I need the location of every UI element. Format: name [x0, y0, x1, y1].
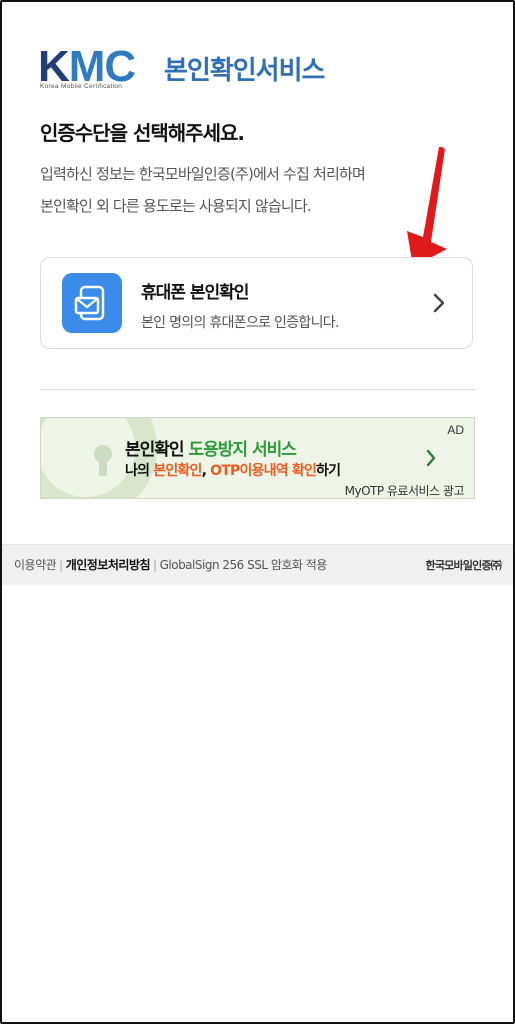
separator: |	[59, 558, 63, 572]
phone-mail-icon	[62, 273, 122, 333]
terms-link[interactable]: 이용약관	[14, 558, 57, 572]
divider	[40, 389, 475, 390]
ad-note: MyOTP 유료서비스 광고	[344, 484, 465, 498]
ad-headline-part2: 도용방지 서비스	[188, 440, 296, 460]
ad-banner[interactable]: AD 본인확인 도용방지 서비스 나의 본인확인, OTP이용내역 확인하기 M…	[40, 417, 475, 499]
ad-headline: 본인확인 도용방지 서비스	[125, 435, 297, 460]
ad-subline-part1: 나의	[125, 463, 154, 479]
separator: |	[153, 558, 157, 572]
ad-subline-part3: ,	[201, 463, 211, 479]
footer-brand: 한국모바일인증㈜	[425, 559, 502, 572]
ad-subline-part4: OTP이용내역	[210, 463, 288, 479]
ad-subline-part2: 본인확인	[153, 463, 202, 479]
ad-label: AD	[447, 423, 464, 437]
privacy-link[interactable]: 개인정보처리방침	[66, 558, 151, 572]
ad-headline-part1: 본인확인	[125, 440, 189, 460]
footer-links: 이용약관 | 개인정보처리방침 | GlobalSign 256 SSL 암호화 적용	[14, 556, 327, 573]
red-arrow-icon	[407, 147, 447, 267]
ad-subline-part6: 확인	[291, 463, 317, 479]
logo-subtitle: Korea Mobile Certification	[40, 83, 123, 90]
phone-verification-option[interactable]: 휴대폰 본인확인 본인 명의의 휴대폰으로 인증합니다.	[40, 257, 473, 349]
description: 입력하신 정보는 한국모바일인증(주)에서 수집 처리하며 본인확인 외 다른 …	[40, 158, 366, 222]
page-heading: 인증수단을 선택해주세요.	[40, 121, 245, 145]
ssl-info: GlobalSign 256 SSL 암호화 적용	[159, 558, 328, 572]
chevron-right-icon	[433, 293, 445, 313]
option-title: 휴대폰 본인확인	[141, 283, 249, 303]
service-title: 본인확인서비스	[164, 56, 325, 86]
option-subtitle: 본인 명의의 휴대폰으로 인증합니다.	[141, 315, 339, 331]
ad-subline: 나의 본인확인, OTP이용내역 확인하기	[125, 460, 341, 480]
description-line-1: 입력하신 정보는 한국모바일인증(주)에서 수집 처리하며	[40, 165, 366, 183]
kmc-logo: KMC Korea Mobile Certification	[38, 45, 140, 95]
footer: 이용약관 | 개인정보처리방침 | GlobalSign 256 SSL 암호화 적용 …	[2, 544, 513, 585]
ad-subline-part7: 하기	[316, 463, 341, 479]
description-line-2: 본인확인 외 다른 용도로는 사용되지 않습니다.	[40, 197, 312, 215]
chevron-right-icon	[426, 449, 436, 467]
